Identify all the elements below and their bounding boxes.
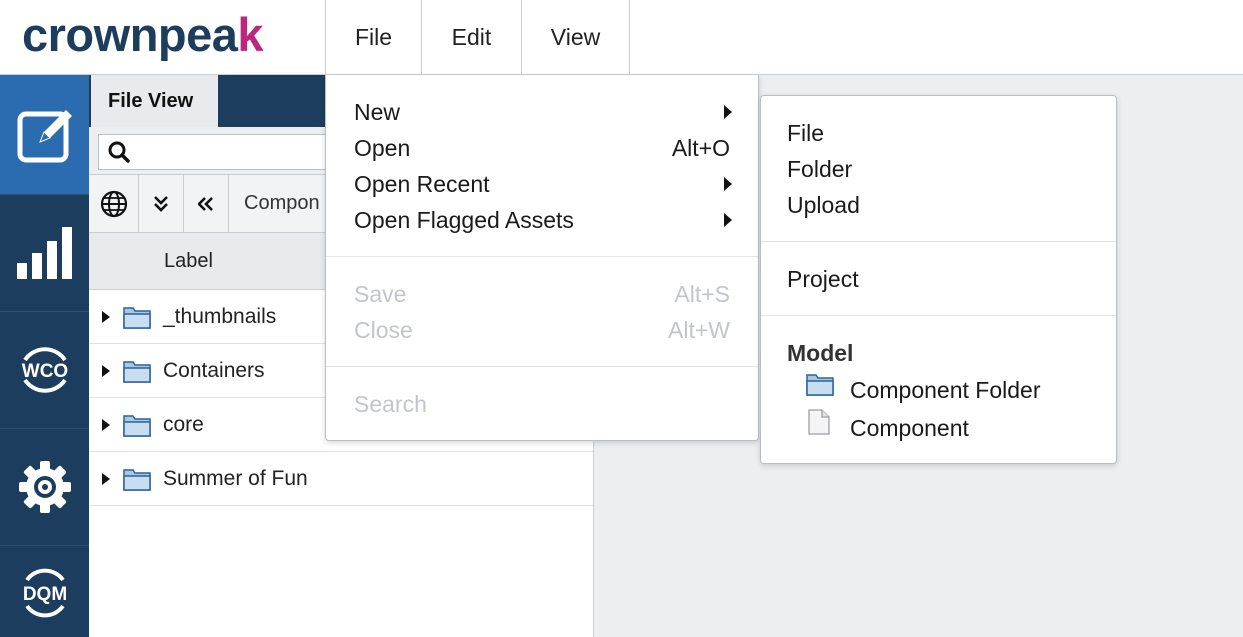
list-item-label: core	[163, 412, 204, 436]
globe-icon	[100, 190, 127, 217]
menu-item-open-recent[interactable]: Open Recent	[354, 166, 732, 202]
double-chevron-down-icon	[154, 195, 168, 212]
submenu-item-component[interactable]: Component	[850, 410, 969, 446]
reports-icon	[16, 227, 72, 279]
menu-divider	[761, 241, 1116, 242]
svg-text:WCO: WCO	[21, 361, 67, 382]
expand-caret-icon[interactable]	[101, 310, 111, 324]
list-item[interactable]: Summer of Fun	[89, 452, 593, 506]
submenu-arrow-icon	[724, 177, 732, 191]
folder-icon	[123, 414, 151, 437]
shortcut-close: Alt+W	[668, 316, 730, 343]
expand-all-button[interactable]	[139, 175, 184, 232]
left-rail: WCO DQM	[0, 75, 89, 637]
component-folder-icon	[806, 374, 834, 396]
crownpeak-logo[interactable]: crownpeak	[22, 10, 264, 60]
submenu-heading-model: Model	[787, 339, 854, 366]
rail-settings[interactable]	[0, 429, 89, 546]
collapse-button[interactable]	[184, 175, 229, 232]
menu-divider	[326, 366, 758, 367]
wco-icon: WCO	[21, 347, 68, 393]
menu-edit[interactable]: Edit	[421, 0, 521, 74]
menu-file[interactable]: File	[325, 0, 421, 74]
list-item-label: Containers	[163, 358, 265, 382]
rail-dqm[interactable]: DQM	[0, 546, 89, 637]
expand-caret-icon[interactable]	[101, 364, 111, 378]
edit-icon	[17, 109, 72, 162]
list-item-label: _thumbnails	[163, 304, 277, 328]
submenu-item-component-folder[interactable]: Component Folder	[850, 372, 1041, 408]
folder-icon	[123, 360, 151, 383]
search-icon	[108, 141, 130, 163]
globe-button[interactable]	[89, 175, 139, 232]
rail-edit[interactable]	[0, 75, 89, 195]
submenu-item-folder[interactable]: Folder	[787, 151, 852, 187]
menu-bar: File Edit View	[325, 0, 630, 74]
new-submenu: File Folder Upload Project Model Compone…	[760, 95, 1117, 464]
submenu-arrow-icon	[724, 213, 732, 227]
breadcrumb[interactable]: Compon	[229, 175, 320, 232]
double-chevron-left-icon	[198, 196, 213, 211]
menu-item-search: Search	[354, 390, 427, 417]
menu-divider	[761, 315, 1116, 316]
file-menu-dropdown: New Open Alt+O Open Recent Open Flagged …	[325, 75, 759, 441]
menu-item-save: Save Alt+S	[354, 280, 730, 307]
folder-icon	[123, 468, 151, 491]
dqm-icon: DQM	[22, 568, 67, 618]
submenu-item-upload[interactable]: Upload	[787, 187, 860, 223]
menu-item-close: Close Alt+W	[354, 316, 730, 343]
expand-caret-icon[interactable]	[101, 472, 111, 486]
shortcut-open: Alt+O	[671, 134, 730, 161]
menu-view[interactable]: View	[521, 0, 630, 74]
rail-reports[interactable]	[0, 195, 89, 312]
list-item-label: Summer of Fun	[163, 466, 308, 490]
submenu-item-project[interactable]: Project	[787, 261, 859, 297]
menu-item-open-flagged-assets[interactable]: Open Flagged Assets	[354, 202, 732, 238]
svg-text:DQM: DQM	[22, 584, 66, 605]
rail-wco[interactable]: WCO	[0, 312, 89, 429]
submenu-arrow-icon	[724, 105, 732, 119]
component-file-icon	[808, 409, 830, 435]
tab-file-view[interactable]: File View	[91, 75, 218, 127]
shortcut-save: Alt+S	[674, 280, 730, 307]
submenu-item-file[interactable]: File	[787, 115, 824, 151]
menu-divider	[326, 256, 758, 257]
settings-icon	[18, 461, 71, 513]
folder-icon	[123, 306, 151, 329]
menu-item-new[interactable]: New	[354, 94, 732, 130]
expand-caret-icon[interactable]	[101, 418, 111, 432]
menu-item-open[interactable]: Open Alt+O	[354, 130, 730, 166]
top-bar: crownpeak File Edit View	[0, 0, 1243, 75]
